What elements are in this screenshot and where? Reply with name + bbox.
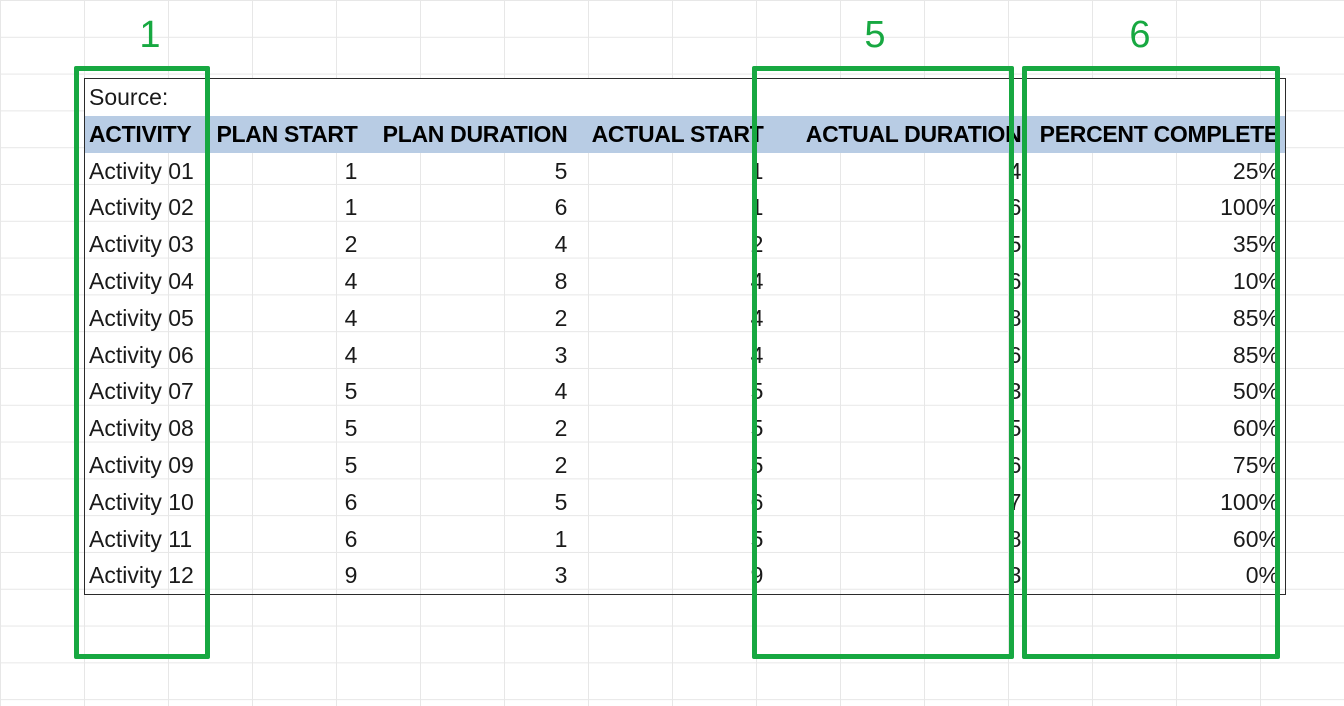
project-plan-table[interactable]: Source: ACTIVITY PLAN START PLAN DURATIO…	[84, 78, 1286, 595]
annotation-label-6: 6	[1110, 14, 1170, 57]
cell-actual-start[interactable]: 2	[573, 226, 769, 263]
cell-activity[interactable]: Activity 11	[85, 521, 213, 558]
cell-percent-complete[interactable]: 85%	[1027, 300, 1285, 337]
table-row[interactable]: Activity 08525560%	[85, 410, 1286, 447]
cell-actual-start[interactable]: 1	[573, 189, 769, 226]
header-actual-start[interactable]: ACTUAL START	[573, 116, 769, 153]
cell-actual-start[interactable]: 1	[573, 153, 769, 190]
cell-actual-duration[interactable]: 6	[769, 189, 1027, 226]
cell-percent-complete[interactable]: 85%	[1027, 337, 1285, 374]
cell-actual-start[interactable]: 6	[573, 484, 769, 521]
source-row[interactable]: Source:	[85, 79, 1286, 116]
cell-actual-start[interactable]: 9	[573, 557, 769, 594]
table-row[interactable]: Activity 04484610%	[85, 263, 1286, 300]
cell-actual-duration[interactable]: 8	[769, 521, 1027, 558]
cell-activity[interactable]: Activity 02	[85, 189, 213, 226]
header-plan-start[interactable]: PLAN START	[213, 116, 364, 153]
cell-activity[interactable]: Activity 07	[85, 373, 213, 410]
source-cell[interactable]: Source:	[85, 79, 1286, 116]
cell-actual-start[interactable]: 5	[573, 410, 769, 447]
header-actual-duration[interactable]: ACTUAL DURATION	[769, 116, 1027, 153]
cell-actual-start[interactable]: 4	[573, 337, 769, 374]
header-percent-complete[interactable]: PERCENT COMPLETE	[1027, 116, 1285, 153]
table-row[interactable]: Activity 06434685%	[85, 337, 1286, 374]
cell-plan-duration[interactable]: 4	[363, 226, 573, 263]
cell-plan-start[interactable]: 5	[213, 410, 364, 447]
cell-percent-complete[interactable]: 60%	[1027, 521, 1285, 558]
cell-actual-duration[interactable]: 8	[769, 300, 1027, 337]
header-activity[interactable]: ACTIVITY	[85, 116, 213, 153]
cell-plan-duration[interactable]: 3	[363, 557, 573, 594]
cell-plan-start[interactable]: 4	[213, 263, 364, 300]
cell-actual-start[interactable]: 5	[573, 373, 769, 410]
cell-actual-duration[interactable]: 4	[769, 153, 1027, 190]
cell-plan-start[interactable]: 1	[213, 153, 364, 190]
cell-percent-complete[interactable]: 75%	[1027, 447, 1285, 484]
cell-plan-start[interactable]: 4	[213, 337, 364, 374]
cell-actual-start[interactable]: 4	[573, 263, 769, 300]
cell-activity[interactable]: Activity 05	[85, 300, 213, 337]
header-plan-duration[interactable]: PLAN DURATION	[363, 116, 573, 153]
cell-plan-start[interactable]: 6	[213, 521, 364, 558]
cell-plan-duration[interactable]: 8	[363, 263, 573, 300]
table-row[interactable]: Activity 07545350%	[85, 373, 1286, 410]
cell-activity[interactable]: Activity 04	[85, 263, 213, 300]
cell-plan-duration[interactable]: 5	[363, 153, 573, 190]
cell-plan-start[interactable]: 5	[213, 373, 364, 410]
cell-activity[interactable]: Activity 01	[85, 153, 213, 190]
cell-plan-start[interactable]: 1	[213, 189, 364, 226]
cell-percent-complete[interactable]: 100%	[1027, 484, 1285, 521]
cell-plan-duration[interactable]: 2	[363, 447, 573, 484]
annotation-label-1: 1	[120, 14, 180, 57]
cell-plan-duration[interactable]: 6	[363, 189, 573, 226]
cell-percent-complete[interactable]: 0%	[1027, 557, 1285, 594]
annotation-label-5: 5	[845, 14, 905, 57]
cell-activity[interactable]: Activity 09	[85, 447, 213, 484]
cell-actual-start[interactable]: 4	[573, 300, 769, 337]
cell-actual-duration[interactable]: 6	[769, 447, 1027, 484]
cell-actual-duration[interactable]: 6	[769, 263, 1027, 300]
cell-activity[interactable]: Activity 08	[85, 410, 213, 447]
cell-plan-duration[interactable]: 2	[363, 410, 573, 447]
cell-actual-duration[interactable]: 7	[769, 484, 1027, 521]
cell-percent-complete[interactable]: 60%	[1027, 410, 1285, 447]
cell-actual-duration[interactable]: 5	[769, 410, 1027, 447]
cell-actual-start[interactable]: 5	[573, 447, 769, 484]
cell-plan-start[interactable]: 9	[213, 557, 364, 594]
cell-plan-start[interactable]: 2	[213, 226, 364, 263]
cell-percent-complete[interactable]: 35%	[1027, 226, 1285, 263]
cell-activity[interactable]: Activity 06	[85, 337, 213, 374]
table-row[interactable]: Activity 05424885%	[85, 300, 1286, 337]
table-row[interactable]: Activity 021616100%	[85, 189, 1286, 226]
table-row[interactable]: Activity 106567100%	[85, 484, 1286, 521]
cell-plan-start[interactable]: 6	[213, 484, 364, 521]
table-row[interactable]: Activity 01151425%	[85, 153, 1286, 190]
cell-actual-duration[interactable]: 3	[769, 557, 1027, 594]
cell-plan-duration[interactable]: 5	[363, 484, 573, 521]
cell-activity[interactable]: Activity 12	[85, 557, 213, 594]
cell-actual-duration[interactable]: 5	[769, 226, 1027, 263]
cell-actual-duration[interactable]: 3	[769, 373, 1027, 410]
cell-percent-complete[interactable]: 100%	[1027, 189, 1285, 226]
cell-plan-start[interactable]: 5	[213, 447, 364, 484]
cell-actual-duration[interactable]: 6	[769, 337, 1027, 374]
table-row[interactable]: Activity 09525675%	[85, 447, 1286, 484]
table-row[interactable]: Activity 03242535%	[85, 226, 1286, 263]
cell-percent-complete[interactable]: 10%	[1027, 263, 1285, 300]
table-row[interactable]: Activity 11615860%	[85, 521, 1286, 558]
cell-plan-duration[interactable]: 3	[363, 337, 573, 374]
cell-plan-duration[interactable]: 1	[363, 521, 573, 558]
cell-plan-start[interactable]: 4	[213, 300, 364, 337]
header-row[interactable]: ACTIVITY PLAN START PLAN DURATION ACTUAL…	[85, 116, 1286, 153]
cell-plan-duration[interactable]: 2	[363, 300, 573, 337]
table-row[interactable]: Activity 1293930%	[85, 557, 1286, 594]
cell-percent-complete[interactable]: 50%	[1027, 373, 1285, 410]
cell-plan-duration[interactable]: 4	[363, 373, 573, 410]
cell-percent-complete[interactable]: 25%	[1027, 153, 1285, 190]
cell-actual-start[interactable]: 5	[573, 521, 769, 558]
cell-activity[interactable]: Activity 10	[85, 484, 213, 521]
cell-activity[interactable]: Activity 03	[85, 226, 213, 263]
